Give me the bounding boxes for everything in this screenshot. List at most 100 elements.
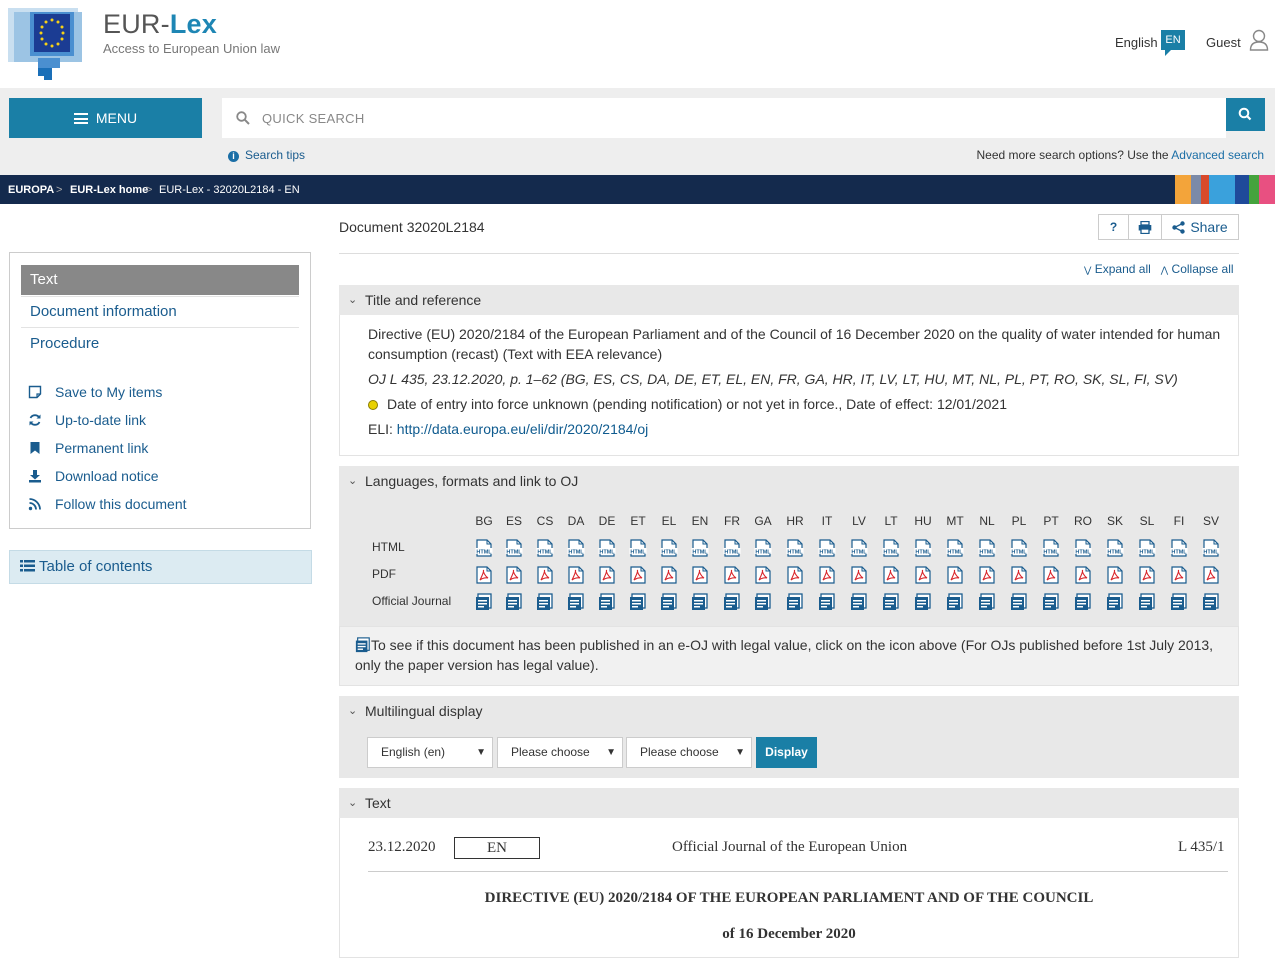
oj-icon[interactable] [505, 593, 523, 611]
oj-icon[interactable] [914, 593, 932, 611]
collapse-all-link[interactable]: ⋀ Collapse all [1161, 262, 1234, 276]
oj-icon[interactable] [946, 593, 964, 611]
pdf-icon[interactable] [1202, 566, 1220, 584]
oj-icon[interactable] [1010, 593, 1028, 611]
html-icon[interactable]: HTML [629, 539, 647, 557]
html-icon[interactable]: HTML [567, 539, 585, 557]
oj-icon[interactable] [691, 593, 709, 611]
oj-icon[interactable] [629, 593, 647, 611]
oj-icon[interactable] [882, 593, 900, 611]
oj-icon[interactable] [567, 593, 585, 611]
table-of-contents-toggle[interactable]: Table of contents [9, 550, 312, 584]
breadcrumb-eurlex-home[interactable]: EUR-Lex home [70, 184, 148, 196]
eli-link[interactable]: http://data.europa.eu/eli/dir/2020/2184/… [397, 421, 648, 437]
pdf-icon[interactable] [946, 566, 964, 584]
oj-icon[interactable] [536, 593, 554, 611]
pdf-icon[interactable] [629, 566, 647, 584]
oj-icon[interactable] [978, 593, 996, 611]
oj-icon[interactable] [1202, 593, 1220, 611]
pdf-icon[interactable] [850, 566, 868, 584]
oj-icon[interactable] [1042, 593, 1060, 611]
language-select-3[interactable]: Please choose ▼ [626, 737, 752, 768]
pdf-icon[interactable] [598, 566, 616, 584]
oj-icon[interactable] [1074, 593, 1092, 611]
user-login[interactable]: Guest [1206, 35, 1241, 50]
language-selector[interactable]: English [1115, 35, 1158, 50]
pdf-icon[interactable] [882, 566, 900, 584]
section-text[interactable]: ⌄ Text [339, 788, 1239, 818]
permanent-link[interactable]: Permanent link [28, 440, 148, 456]
html-icon[interactable]: HTML [850, 539, 868, 557]
pdf-icon[interactable] [536, 566, 554, 584]
html-icon[interactable]: HTML [754, 539, 772, 557]
oj-icon[interactable] [1170, 593, 1188, 611]
pdf-icon[interactable] [1138, 566, 1156, 584]
html-icon[interactable]: HTML [1042, 539, 1060, 557]
save-to-my-items-link[interactable]: Save to My items [28, 384, 162, 400]
expand-all-link[interactable]: ⋁ Expand all [1084, 262, 1151, 276]
follow-this-document-link[interactable]: Follow this document [28, 496, 187, 512]
html-icon[interactable]: HTML [882, 539, 900, 557]
html-icon[interactable]: HTML [1202, 539, 1220, 557]
oj-icon[interactable] [754, 593, 772, 611]
html-icon[interactable]: HTML [691, 539, 709, 557]
brand[interactable]: EUR-Lex Access to European Union law [103, 9, 280, 56]
html-icon[interactable]: HTML [1010, 539, 1028, 557]
html-icon[interactable]: HTML [786, 539, 804, 557]
search-submit-button[interactable] [1226, 98, 1265, 131]
language-select-1[interactable]: English (en) ▼ [367, 737, 493, 768]
pdf-icon[interactable] [723, 566, 741, 584]
html-icon[interactable]: HTML [946, 539, 964, 557]
pdf-icon[interactable] [754, 566, 772, 584]
menu-button[interactable]: MENU [9, 98, 202, 138]
oj-icon[interactable] [850, 593, 868, 611]
html-icon[interactable]: HTML [1138, 539, 1156, 557]
pdf-icon[interactable] [1170, 566, 1188, 584]
html-icon[interactable]: HTML [1074, 539, 1092, 557]
pdf-icon[interactable] [1074, 566, 1092, 584]
language-code-badge[interactable]: EN [1161, 30, 1185, 56]
pdf-icon[interactable] [691, 566, 709, 584]
pdf-icon[interactable] [1106, 566, 1124, 584]
html-icon[interactable]: HTML [1106, 539, 1124, 557]
share-button[interactable]: Share [1162, 215, 1238, 239]
html-icon[interactable]: HTML [505, 539, 523, 557]
print-button[interactable] [1129, 215, 1162, 239]
html-icon[interactable]: HTML [660, 539, 678, 557]
html-icon[interactable]: HTML [914, 539, 932, 557]
pdf-icon[interactable] [567, 566, 585, 584]
search-tips-link[interactable]: i Search tips [228, 148, 305, 162]
html-icon[interactable]: HTML [598, 539, 616, 557]
user-icon[interactable] [1249, 29, 1269, 51]
display-button[interactable]: Display [756, 737, 817, 768]
oj-icon[interactable] [1106, 593, 1124, 611]
sidebar-item-procedure[interactable]: Procedure [30, 335, 99, 352]
html-icon[interactable]: HTML [1170, 539, 1188, 557]
up-to-date-link[interactable]: Up-to-date link [28, 412, 146, 428]
section-languages-formats[interactable]: ⌄ Languages, formats and link to OJ [339, 466, 1239, 496]
sidebar-item-document-information[interactable]: Document information [30, 303, 177, 320]
oj-icon[interactable] [598, 593, 616, 611]
pdf-icon[interactable] [660, 566, 678, 584]
pdf-icon[interactable] [505, 566, 523, 584]
oj-icon[interactable] [723, 593, 741, 611]
advanced-search-link[interactable]: Advanced search [1171, 148, 1264, 162]
pdf-icon[interactable] [475, 566, 493, 584]
pdf-icon[interactable] [818, 566, 836, 584]
oj-icon[interactable] [475, 593, 493, 611]
pdf-icon[interactable] [914, 566, 932, 584]
html-icon[interactable]: HTML [475, 539, 493, 557]
breadcrumb-europa[interactable]: EUROPA [8, 184, 54, 196]
oj-icon[interactable] [786, 593, 804, 611]
pdf-icon[interactable] [786, 566, 804, 584]
help-button[interactable]: ? [1099, 215, 1129, 239]
eurlex-logo[interactable] [8, 8, 93, 80]
section-title-and-reference[interactable]: ⌄ Title and reference [339, 285, 1239, 315]
pdf-icon[interactable] [1010, 566, 1028, 584]
pdf-icon[interactable] [978, 566, 996, 584]
oj-icon[interactable] [818, 593, 836, 611]
language-select-2[interactable]: Please choose ▼ [497, 737, 623, 768]
section-multilingual-display[interactable]: ⌄ Multilingual display [339, 696, 1239, 726]
html-icon[interactable]: HTML [536, 539, 554, 557]
download-notice-link[interactable]: Download notice [28, 468, 159, 484]
